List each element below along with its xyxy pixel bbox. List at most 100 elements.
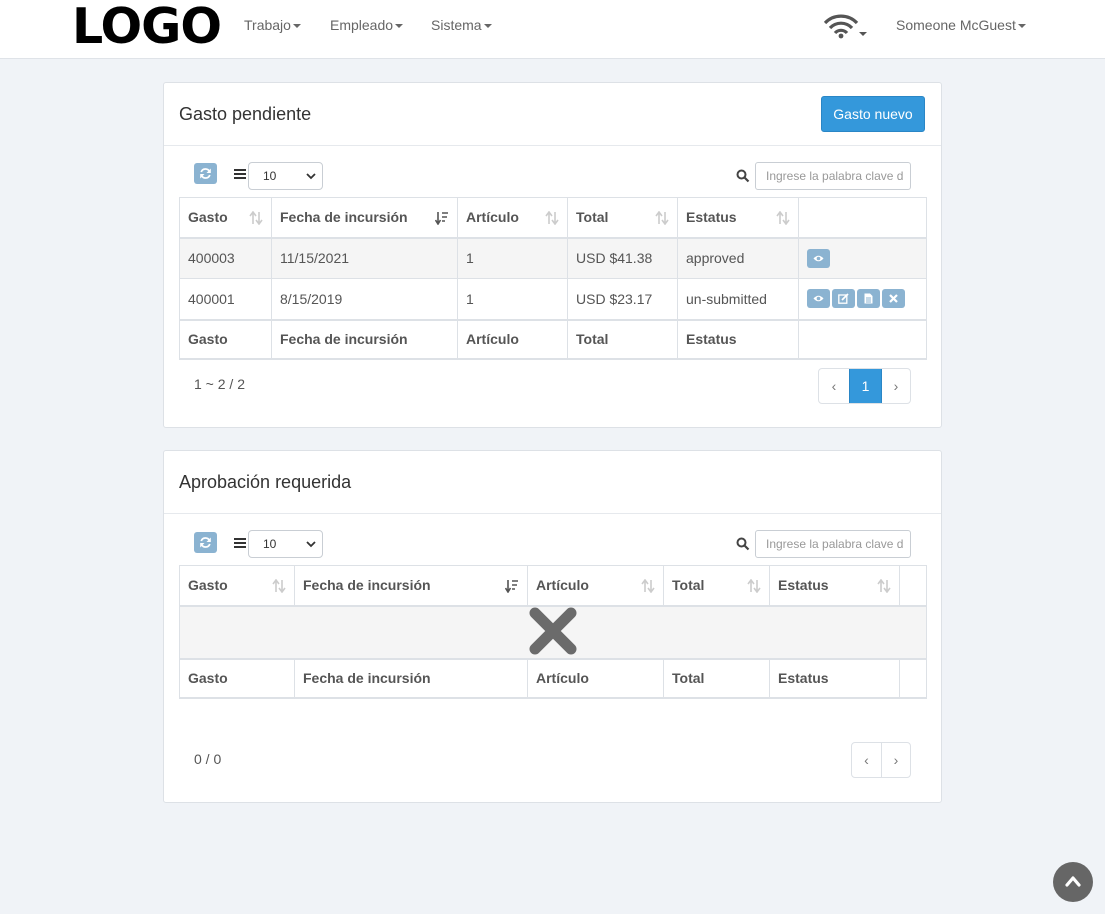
- document-button[interactable]: [857, 289, 880, 309]
- chevron-up-icon: [1065, 876, 1081, 887]
- page-size-select[interactable]: 10: [248, 530, 323, 558]
- footer-total: Total: [567, 318, 678, 360]
- column-header-gasto[interactable]: Gasto: [179, 197, 272, 239]
- list-icon: [234, 538, 246, 548]
- prev-page-button[interactable]: ‹: [819, 369, 849, 403]
- column-header-total[interactable]: Total: [567, 197, 678, 239]
- footer-articulo: Artículo: [527, 657, 664, 699]
- menu-trabajo[interactable]: Trabajo: [244, 17, 301, 33]
- user-name: Someone McGuest: [896, 17, 1016, 33]
- sort-icon: [655, 211, 669, 225]
- refresh-icon: [200, 537, 211, 548]
- column-header-actions: [899, 565, 927, 607]
- table-row: 400001 8/15/2019 1 USD $23.17 un-submitt…: [179, 278, 927, 320]
- next-page-button[interactable]: ›: [881, 743, 910, 777]
- refresh-icon: [200, 168, 211, 179]
- no-data-x-icon: [529, 607, 577, 654]
- column-header-articulo[interactable]: Artículo: [457, 197, 568, 239]
- column-header-total[interactable]: Total: [663, 565, 770, 607]
- empty-cell: [179, 605, 927, 659]
- refresh-button[interactable]: [194, 532, 217, 553]
- delete-icon: [889, 294, 898, 304]
- edit-button[interactable]: [832, 289, 855, 309]
- cell-estatus: approved: [677, 237, 799, 279]
- cell-total: USD $41.38: [567, 237, 678, 279]
- menu-label: Sistema: [431, 17, 482, 33]
- pagination: ‹ ›: [851, 742, 911, 778]
- caret-down-icon: [292, 24, 301, 29]
- approval-table: Gasto Fecha de incursión Artículo Total …: [179, 565, 927, 699]
- delete-button[interactable]: [882, 289, 905, 309]
- column-header-articulo[interactable]: Artículo: [527, 565, 664, 607]
- search-input[interactable]: Ingrese la palabra clave d: [755, 530, 911, 558]
- column-header-actions: [798, 197, 927, 239]
- sort-icon: [545, 211, 559, 225]
- footer-actions: [899, 657, 927, 699]
- column-header-estatus[interactable]: Estatus: [769, 565, 900, 607]
- sort-icon: [776, 211, 790, 225]
- menu-label: Empleado: [330, 17, 394, 33]
- sort-icon: [747, 579, 761, 593]
- page-size-select[interactable]: 10: [248, 162, 323, 190]
- table-row: 400003 11/15/2021 1 USD $41.38 approved: [179, 237, 927, 279]
- empty-row: [179, 605, 927, 659]
- caret-down-icon: [483, 24, 492, 29]
- caret-down-icon: [1017, 24, 1026, 29]
- logo[interactable]: LOGO: [72, 2, 222, 52]
- pagination-info: 0 / 0: [194, 751, 222, 767]
- approval-required-panel: Aprobación requerida 10 Ingrese la palab…: [163, 450, 942, 803]
- pagination-info: 1 ~ 2 / 2: [194, 376, 245, 392]
- view-icon: [813, 255, 824, 261]
- footer-gasto: Gasto: [179, 318, 272, 360]
- footer-fecha: Fecha de incursión: [271, 318, 458, 360]
- sort-icon: [877, 579, 891, 593]
- panel-header: Gasto pendiente Gasto nuevo: [164, 83, 941, 146]
- sort-descending-icon: [505, 580, 518, 593]
- search-input[interactable]: Ingrese la palabra clave d: [755, 162, 911, 190]
- footer-gasto: Gasto: [179, 657, 295, 699]
- wifi-menu[interactable]: [823, 14, 868, 40]
- list-icon: [234, 169, 246, 179]
- column-header-fecha[interactable]: Fecha de incursión: [294, 565, 528, 607]
- view-button[interactable]: [807, 289, 830, 309]
- sort-icon: [249, 211, 263, 225]
- prev-page-button[interactable]: ‹: [852, 743, 881, 777]
- page-size-value: 10: [263, 169, 277, 183]
- cell-fecha: 11/15/2021: [271, 237, 458, 279]
- menu-empleado[interactable]: Empleado: [330, 17, 404, 33]
- column-header-gasto[interactable]: Gasto: [179, 565, 295, 607]
- page-1-button[interactable]: 1: [849, 369, 882, 403]
- cell-fecha: 8/15/2019: [271, 278, 458, 320]
- panel-title: Gasto pendiente: [179, 104, 312, 124]
- caret-down-icon: [395, 24, 404, 29]
- footer-total: Total: [663, 657, 770, 699]
- menu-sistema[interactable]: Sistema: [431, 17, 492, 33]
- sort-icon: [641, 579, 655, 593]
- document-icon: [864, 293, 873, 304]
- new-expense-button[interactable]: Gasto nuevo: [821, 96, 925, 132]
- column-header-estatus[interactable]: Estatus: [677, 197, 799, 239]
- cell-actions: [798, 278, 927, 320]
- refresh-button[interactable]: [194, 163, 217, 184]
- pagination: ‹ 1 ›: [818, 368, 911, 404]
- footer-estatus: Estatus: [769, 657, 900, 699]
- cell-articulo: 1: [457, 278, 568, 320]
- search-icon: [736, 537, 750, 551]
- chevron-down-icon: [306, 173, 316, 180]
- footer-estatus: Estatus: [677, 318, 799, 360]
- pending-expenses-panel: Gasto pendiente Gasto nuevo 10 Ingrese l…: [163, 82, 942, 428]
- column-header-fecha[interactable]: Fecha de incursión: [271, 197, 458, 239]
- cell-gasto: 400003: [179, 237, 272, 279]
- next-page-button[interactable]: ›: [882, 369, 910, 403]
- search-icon: [736, 169, 750, 183]
- panel-title: Aprobación requerida: [179, 472, 352, 492]
- pending-expenses-table: Gasto Fecha de incursión Artículo Total …: [179, 197, 927, 360]
- top-navbar: LOGO Trabajo Empleado Sistema Someone Mc…: [0, 0, 1105, 59]
- user-menu[interactable]: Someone McGuest: [896, 17, 1026, 33]
- scroll-to-top-button[interactable]: [1053, 862, 1093, 902]
- chevron-down-icon: [306, 541, 316, 548]
- cell-total: USD $23.17: [567, 278, 678, 320]
- sort-icon: [272, 579, 286, 593]
- view-icon: [813, 296, 824, 302]
- view-button[interactable]: [807, 248, 830, 268]
